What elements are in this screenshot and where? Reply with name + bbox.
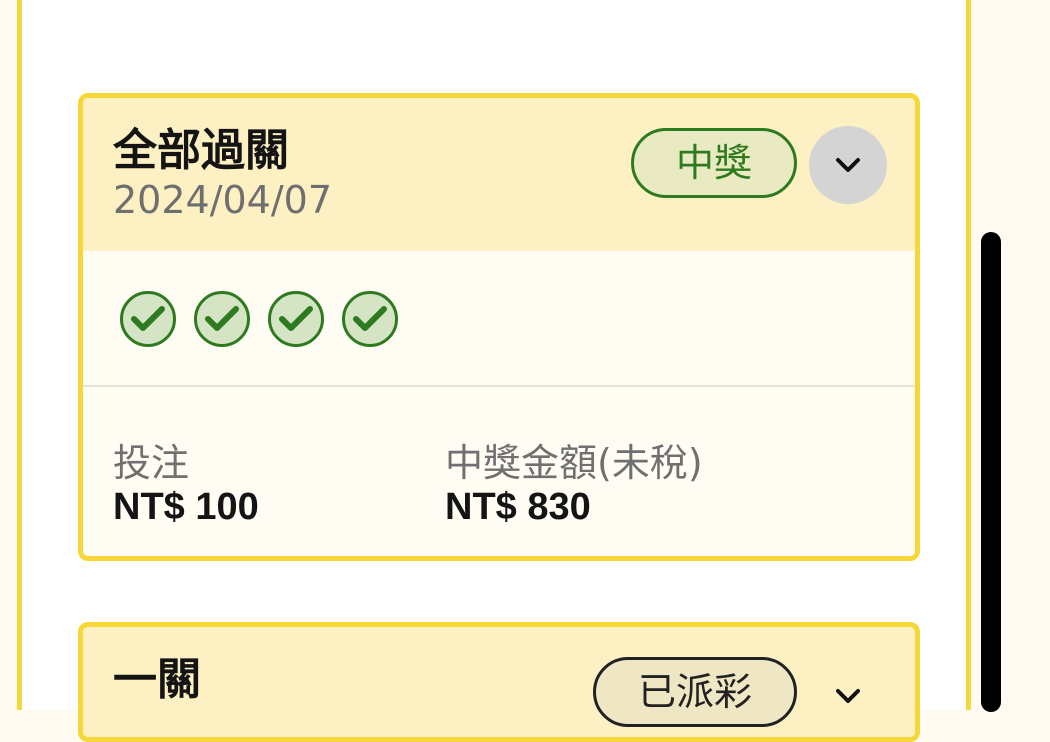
bet-type-title: 一關 [113, 654, 201, 705]
stake-value: NT$ 100 [113, 485, 259, 528]
payout-block: 中獎金額(未稅) NT$ 830 [445, 441, 703, 528]
bet-card-header[interactable]: 一關 已派彩 [83, 627, 915, 737]
status-badge: 中獎 [631, 128, 797, 198]
divider [83, 385, 915, 387]
expand-button[interactable] [809, 657, 887, 735]
bet-card[interactable]: 全部過關 2024/04/07 中獎 投注 NT$ 100 中獎金額(未稅) N… [78, 93, 920, 561]
check-circle-icon [120, 291, 176, 347]
scrollbar[interactable] [981, 232, 1001, 712]
check-circle-icon [194, 291, 250, 347]
bet-card[interactable]: 一關 已派彩 [78, 622, 920, 742]
bet-card-header[interactable]: 全部過關 2024/04/07 中獎 [83, 98, 915, 251]
status-badge: 已派彩 [593, 657, 797, 727]
payout-label: 中獎金額(未稅) [445, 441, 703, 485]
bet-type-title: 全部過關 [113, 125, 289, 176]
chevron-down-icon [836, 689, 860, 703]
stake-label: 投注 [113, 441, 190, 485]
bet-date: 2024/04/07 [113, 178, 333, 222]
chevron-down-icon [836, 158, 860, 172]
check-circle-icon [342, 291, 398, 347]
stake-block: 投注 NT$ 100 [113, 441, 259, 528]
expand-button[interactable] [809, 126, 887, 204]
payout-value: NT$ 830 [445, 485, 591, 528]
leg-results [120, 291, 398, 347]
check-circle-icon [268, 291, 324, 347]
